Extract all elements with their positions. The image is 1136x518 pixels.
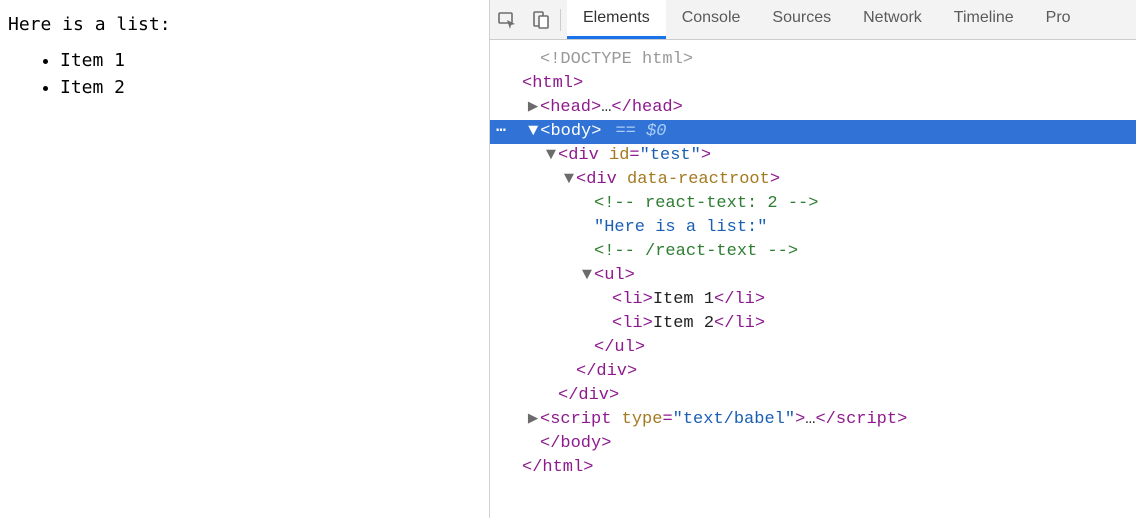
dom-tree-line[interactable]: ▶<head>…</head> xyxy=(490,96,1136,120)
disclosure-down-icon[interactable]: ▼ xyxy=(526,120,540,144)
tab-truncated[interactable]: Pro xyxy=(1030,0,1087,39)
toolbar-separator xyxy=(560,9,561,31)
tab-sources[interactable]: Sources xyxy=(756,0,847,39)
dom-tree-line[interactable]: ▼<!DOCTYPE html> xyxy=(490,48,1136,72)
dom-tree-line[interactable]: ▼</body> xyxy=(490,432,1136,456)
disclosure-right-icon[interactable]: ▶ xyxy=(526,408,540,432)
dom-tree-line[interactable]: ▼<li>Item 2</li> xyxy=(490,312,1136,336)
tab-timeline[interactable]: Timeline xyxy=(938,0,1030,39)
tab-network[interactable]: Network xyxy=(847,0,938,39)
dom-tree-line[interactable]: ▼<!-- /react-text --> xyxy=(490,240,1136,264)
dom-tree-line[interactable]: ▼</html> xyxy=(490,456,1136,480)
disclosure-right-icon[interactable]: ▶ xyxy=(526,96,540,120)
rendered-page-pane: Here is a list: Item 1 Item 2 xyxy=(0,0,490,518)
inspect-icon[interactable] xyxy=(490,10,524,30)
dom-tree-line[interactable]: ▼</div> xyxy=(490,384,1136,408)
page-heading: Here is a list: xyxy=(8,14,481,35)
dom-tree-line[interactable]: ▶<script type="text/babel">…</script> xyxy=(490,408,1136,432)
dom-tree-line[interactable]: ▼<div id="test"> xyxy=(490,144,1136,168)
disclosure-down-icon[interactable]: ▼ xyxy=(580,264,594,288)
devtools-toolbar: Elements Console Sources Network Timelin… xyxy=(490,0,1136,40)
dom-tree-line[interactable]: ▼<!-- react-text: 2 --> xyxy=(490,192,1136,216)
tab-console[interactable]: Console xyxy=(666,0,757,39)
dom-tree-line[interactable]: ⋯▼<body>== $0 xyxy=(490,120,1136,144)
page-list: Item 1 Item 2 xyxy=(8,47,481,101)
dom-tree-line[interactable]: ▼<html> xyxy=(490,72,1136,96)
dom-tree-line[interactable]: ▼<ul> xyxy=(490,264,1136,288)
disclosure-down-icon[interactable]: ▼ xyxy=(562,168,576,192)
dom-tree-line[interactable]: ▼"Here is a list:" xyxy=(490,216,1136,240)
dom-tree-line[interactable]: ▼</ul> xyxy=(490,336,1136,360)
devtools-pane: Elements Console Sources Network Timelin… xyxy=(490,0,1136,518)
selection-indicator: == $0 xyxy=(615,120,666,144)
list-item: Item 1 xyxy=(60,47,481,74)
more-actions-icon[interactable]: ⋯ xyxy=(496,120,508,144)
dom-tree-line[interactable]: ▼</div> xyxy=(490,360,1136,384)
tab-elements[interactable]: Elements xyxy=(567,0,666,39)
disclosure-down-icon[interactable]: ▼ xyxy=(544,144,558,168)
dom-tree-line[interactable]: ▼<li>Item 1</li> xyxy=(490,288,1136,312)
list-item: Item 2 xyxy=(60,74,481,101)
device-toggle-icon[interactable] xyxy=(524,10,558,30)
dom-tree-line[interactable]: ▼<div data-reactroot> xyxy=(490,168,1136,192)
dom-tree[interactable]: ▼<!DOCTYPE html>▼<html>▶<head>…</head>⋯▼… xyxy=(490,40,1136,518)
